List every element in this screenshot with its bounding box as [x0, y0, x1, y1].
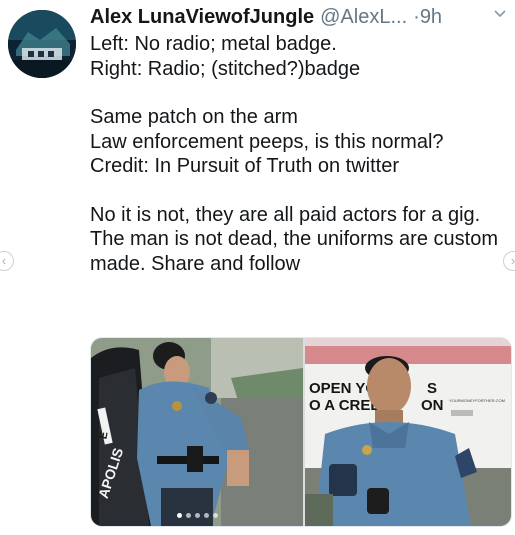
- carousel-indicator: [91, 513, 303, 518]
- carousel-dot[interactable]: [203, 513, 209, 518]
- photo-right-image: OPEN YO S O A CRED ON YOURMONEYFORTHER.C…: [305, 338, 511, 526]
- tweet-paragraph-2: Same patch on the arm Law enforcement pe…: [90, 106, 444, 177]
- photo-right-sign-line2b: ON: [421, 397, 444, 414]
- chevron-down-icon[interactable]: [493, 6, 507, 20]
- carousel-dot[interactable]: [185, 513, 191, 518]
- display-name[interactable]: Alex LunaViewofJungle: [90, 6, 314, 28]
- timestamp[interactable]: 9h: [420, 6, 442, 28]
- photo-right-small-text: YOURMONEYFORTHER.COM: [449, 398, 505, 403]
- photo-right[interactable]: OPEN YO S O A CRED ON YOURMONEYFORTHER.C…: [305, 338, 511, 526]
- avatar[interactable]: [8, 10, 76, 78]
- separator-dot: ·: [413, 6, 420, 28]
- carousel-dot[interactable]: [176, 513, 182, 518]
- tweet-media[interactable]: E APOLIS OPEN YO S O A CRED ON YOURMONEY…: [90, 337, 512, 527]
- avatar-image: [8, 10, 76, 78]
- photo-right-sign-line1b: S: [427, 380, 437, 397]
- tweet-header: Alex LunaViewofJungle @AlexL... ·9h: [90, 6, 510, 32]
- tweet-paragraph-1: Left: No radio; metal badge. Right: Radi…: [90, 33, 361, 80]
- tweet-text: Left: No radio; metal badge. Right: Radi…: [90, 32, 505, 276]
- photo-left[interactable]: E APOLIS: [91, 338, 303, 526]
- chevron-left-icon[interactable]: ‹: [0, 251, 14, 271]
- carousel-dot[interactable]: [212, 513, 218, 518]
- carousel-dot[interactable]: [194, 513, 200, 518]
- tweet-card: Alex LunaViewofJungle @AlexL... ·9h Left: …: [0, 0, 515, 535]
- photo-left-image: E APOLIS: [91, 338, 303, 526]
- user-handle[interactable]: @AlexL...: [320, 6, 407, 28]
- tweet-paragraph-3: No it is not, they are all paid actors f…: [90, 203, 498, 275]
